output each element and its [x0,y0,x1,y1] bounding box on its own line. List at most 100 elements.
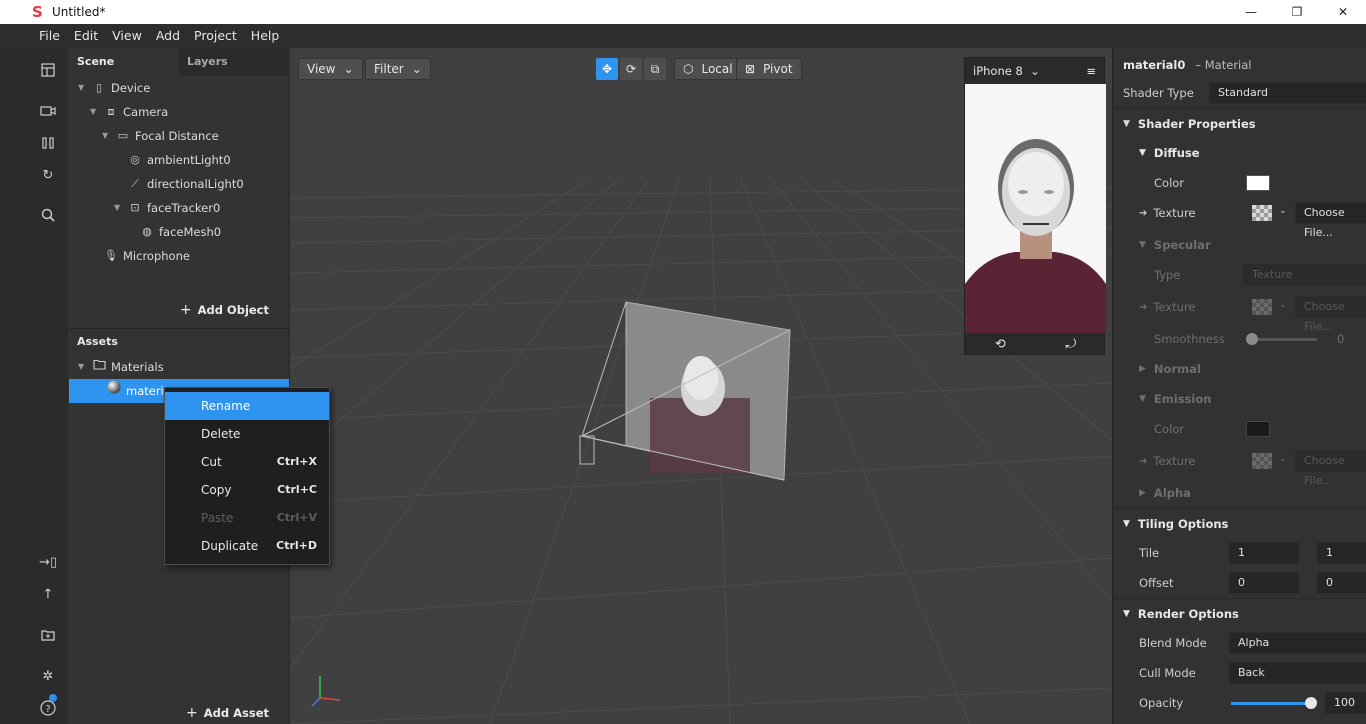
emission-color-row: Color [1113,414,1366,444]
window-title: Untitled* [52,5,106,19]
smoothness-slider-knob [1246,333,1258,345]
notification-dot [49,694,57,702]
context-menu-delete[interactable]: Delete [165,420,329,448]
diffuse-texture-label: Texture [1153,206,1196,220]
shader-properties-section[interactable]: ▼ Shader Properties [1113,108,1366,138]
local-toggle[interactable]: ⬡ Local [674,58,742,80]
tab-scene[interactable]: Scene [68,48,178,76]
context-menu-cut[interactable]: Cut Ctrl+X [165,448,329,476]
normal-section[interactable]: ▶ Normal [1113,354,1366,384]
menu-project[interactable]: Project [187,24,244,48]
minimize-button[interactable]: — [1228,0,1274,24]
pause-icon[interactable] [37,132,59,154]
offset-x-input[interactable]: 0 [1229,572,1299,594]
opacity-value-input[interactable]: 100 [1325,692,1366,714]
tree-item-focal-distance[interactable]: ▼ ▭ Focal Distance [102,124,219,148]
tile-y-input[interactable]: 1 [1317,542,1366,564]
chevron-down-icon[interactable]: ⌄ [1279,206,1287,216]
menu-file[interactable]: File [32,24,67,48]
specular-type-row: Type Texture [1113,260,1366,290]
tree-item-camera[interactable]: ▼ ⧈ Camera [90,100,168,124]
scale-tool-icon[interactable]: ⧉ [644,58,666,80]
opacity-slider-knob[interactable] [1305,697,1317,709]
tree-item-directionallight0[interactable]: ⟋ directionalLight0 [114,172,244,196]
filter-dropdown[interactable]: Filter ⌄ [365,58,431,80]
diffuse-section[interactable]: ▼ Diffuse [1113,138,1366,168]
tile-x-input[interactable]: 1 [1229,542,1299,564]
tree-node-icon: ◍ [142,225,152,238]
chevron-down-icon: ⌄ [1279,300,1287,310]
menu-icon[interactable]: ≡ [1086,64,1096,78]
tree-item-microphone[interactable]: 🎙 Microphone [90,244,190,268]
tree-node-icon: ▯ [95,81,103,94]
shader-type-select[interactable]: Standard [1209,82,1366,104]
tree-item-facetracker0[interactable]: ▼ ⊡ faceTracker0 [114,196,220,220]
context-menu-copy[interactable]: Copy Ctrl+C [165,476,329,504]
assets-header: Assets [77,335,118,348]
view-dropdown-label: View [307,62,336,76]
bug-icon[interactable]: ✲ [37,665,59,687]
restore-button[interactable]: ❐ [1274,0,1320,24]
rotate-tool-icon[interactable]: ⟳ [620,58,642,80]
device-selector[interactable]: iPhone 8 ⌄ [973,64,1040,78]
view-dropdown[interactable]: View ⌄ [298,58,363,80]
cull-mode-select[interactable]: Back [1229,662,1366,684]
expand-arrow-icon[interactable]: ▼ [78,355,90,379]
pivot-toggle[interactable]: ⊠ Pivot [736,58,802,80]
menu-edit[interactable]: Edit [67,24,105,48]
emission-texture-row: ➔ Texture ⌄ Choose File... [1113,446,1366,487]
pivot-icon: ⊠ [745,62,756,76]
expand-arrow-icon[interactable]: ▼ [102,124,114,148]
menu-help[interactable]: Help [244,24,287,48]
shader-properties-label: Shader Properties [1137,116,1256,131]
alpha-label: Alpha [1153,486,1191,500]
flip-camera-icon[interactable]: ⟲ [995,337,1006,352]
layout-icon[interactable] [37,59,59,81]
opacity-slider-fill [1231,702,1311,705]
offset-y-input[interactable]: 0 [1317,572,1366,594]
search-icon[interactable] [37,204,59,226]
rotate-device-icon[interactable]: ⤾ [1065,337,1076,352]
move-tool-icon[interactable]: ✥ [596,58,618,80]
tree-item-ambientlight0[interactable]: ◎ ambientLight0 [114,148,230,172]
sync-icon[interactable]: ↻ [37,164,59,186]
specular-label: Specular [1153,238,1211,252]
context-menu-duplicate[interactable]: Duplicate Ctrl+D [165,532,329,560]
emission-section[interactable]: ▼ Emission [1113,384,1366,414]
add-folder-icon[interactable] [37,624,59,646]
context-menu-label: Cut [201,455,222,469]
alpha-section[interactable]: ▶ Alpha [1113,478,1366,508]
close-button[interactable]: ✕ [1320,0,1366,24]
expand-arrow-icon[interactable]: ▼ [78,76,90,100]
render-options-section[interactable]: ▼ Render Options [1113,598,1366,628]
tree-item-label: faceMesh0 [159,225,222,239]
import-icon[interactable]: →▯ [37,551,59,573]
menu-view[interactable]: View [105,24,149,48]
blend-mode-select[interactable]: Alpha [1229,632,1366,654]
video-icon[interactable] [37,100,59,122]
expand-arrow-icon[interactable]: ▼ [90,100,102,124]
add-object-button[interactable]: + Add Object [180,302,269,318]
add-asset-button[interactable]: + Add Asset [186,705,269,721]
tab-layers[interactable]: Layers [178,48,288,76]
expand-arrow-icon[interactable]: ▼ [114,196,126,220]
menu-add[interactable]: Add [149,24,187,48]
specular-section[interactable]: ▼ Specular [1113,230,1366,260]
axis-gizmo [311,676,341,707]
upload-icon[interactable]: ↑ [37,583,59,605]
local-label: Local [701,62,733,76]
material-sphere-icon [105,379,123,403]
smoothness-row: Smoothness 0 [1113,324,1366,354]
tree-item-device[interactable]: ▼ ▯ Device [78,76,150,100]
diffuse-color-swatch[interactable] [1246,175,1270,191]
tiling-options-section[interactable]: ▼ Tiling Options [1113,508,1366,538]
diffuse-texture-thumbnail[interactable] [1252,205,1272,221]
diffuse-choose-file[interactable]: Choose File... [1295,202,1366,239]
pivot-label: Pivot [763,62,793,76]
connect-arrow-icon[interactable]: ➔ [1139,208,1147,219]
expand-arrow-icon: ▼ [1139,394,1146,404]
context-menu-rename[interactable]: Rename [165,392,329,420]
help-icon[interactable]: ? [37,694,59,719]
tree-item-materials[interactable]: ▼ Materials [78,355,164,379]
tree-item-facemesh0[interactable]: ◍ faceMesh0 [126,220,221,244]
